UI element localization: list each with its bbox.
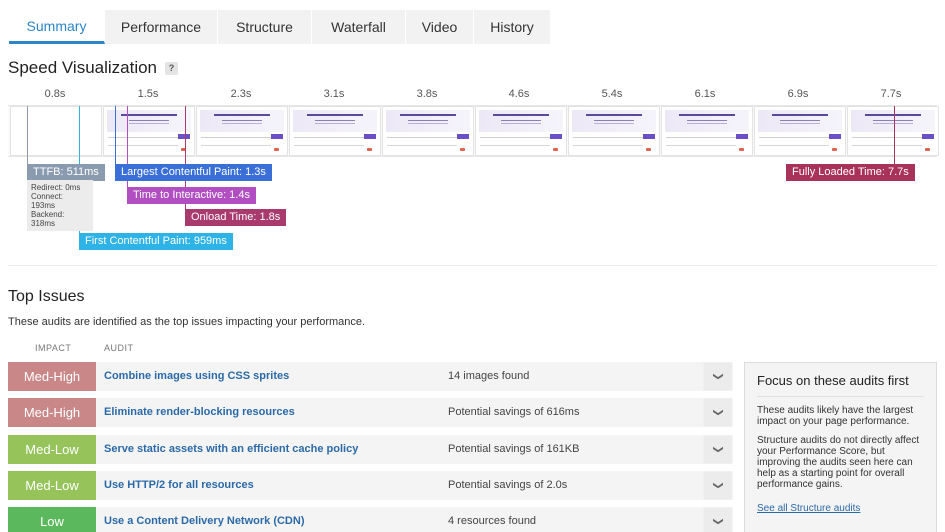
- tti-label: Time to Interactive: 1.4s: [127, 187, 256, 204]
- ttfb-label: TTFB: 511ms: [27, 164, 105, 181]
- top-issues-description: These audits are identified as the top i…: [8, 316, 366, 328]
- ttfb-backend: Backend: 318ms: [31, 210, 65, 228]
- fully-loaded-marker-line: [894, 106, 895, 164]
- filmstrip-frame[interactable]: [661, 106, 753, 156]
- filmstrip-frame[interactable]: [103, 106, 195, 156]
- filmstrip-frame[interactable]: [196, 106, 288, 156]
- lcp-marker-line: [115, 106, 116, 164]
- audit-finding: 14 images found: [448, 370, 530, 382]
- tick-label: 7.7s: [880, 88, 902, 100]
- audit-finding: Potential savings of 616ms: [448, 406, 580, 418]
- impact-badge: Med-Low: [8, 471, 96, 500]
- filmstrip-frame[interactable]: [847, 106, 939, 156]
- impact-badge: Low: [8, 507, 96, 532]
- ttfb-breakdown: Redirect: 0ms Connect: 193ms Backend: 31…: [27, 180, 93, 231]
- issue-row[interactable]: Med-High Combine images using CSS sprite…: [8, 362, 733, 391]
- filmstrip-frame[interactable]: [289, 106, 381, 156]
- tick-label: 3.1s: [323, 88, 345, 100]
- fully-loaded-label: Fully Loaded Time: 7.7s: [786, 164, 915, 181]
- audit-finding: 4 resources found: [448, 515, 537, 527]
- focus-text-1: These audits likely have the largest imp…: [757, 405, 914, 427]
- focus-text-2: Structure audits do not directly affect …: [757, 435, 920, 490]
- filmstrip-frame[interactable]: [382, 106, 474, 156]
- filmstrip-frame[interactable]: [754, 106, 846, 156]
- issue-row[interactable]: Med-Low Use HTTP/2 for all resources Pot…: [8, 471, 733, 500]
- help-icon[interactable]: ?: [165, 62, 179, 75]
- tab-waterfall[interactable]: Waterfall: [312, 10, 406, 44]
- impact-badge: Med-High: [8, 398, 96, 427]
- filmstrip-frame-blank[interactable]: [10, 106, 102, 156]
- impact-badge: Med-Low: [8, 435, 96, 464]
- tick-label: 2.3s: [230, 88, 252, 100]
- audit-name[interactable]: Serve static assets with an efficient ca…: [104, 435, 358, 464]
- tab-summary[interactable]: Summary: [9, 10, 105, 44]
- ttfb-connect: Connect: 193ms: [31, 192, 64, 210]
- ttfb-redirect: Redirect: 0ms: [31, 183, 81, 192]
- chevron-down-icon[interactable]: ❯: [703, 435, 733, 464]
- section-divider: [8, 265, 937, 266]
- see-all-structure-audits-link[interactable]: See all Structure audits: [757, 503, 860, 514]
- audit-name[interactable]: Use a Content Delivery Network (CDN): [104, 507, 305, 532]
- speed-visualization-title: Speed Visualization?: [8, 58, 179, 78]
- tick-label: 4.6s: [508, 88, 530, 100]
- ttfb-marker-line: [27, 106, 28, 164]
- speed-visualization-heading: Speed Visualization: [8, 58, 158, 77]
- tab-history[interactable]: History: [474, 10, 550, 44]
- tick-label: 3.8s: [416, 88, 438, 100]
- audit-name[interactable]: Combine images using CSS sprites: [104, 362, 289, 391]
- audit-name[interactable]: Eliminate render-blocking resources: [104, 398, 295, 427]
- fcp-label: First Contentful Paint: 959ms: [79, 233, 233, 250]
- tick-label: 1.5s: [137, 88, 159, 100]
- chevron-down-icon[interactable]: ❯: [703, 398, 733, 427]
- filmstrip-frame[interactable]: [475, 106, 567, 156]
- issue-row[interactable]: Med-High Eliminate render-blocking resou…: [8, 398, 733, 427]
- onload-label: Onload Time: 1.8s: [185, 209, 287, 226]
- tick-label: 0.8s: [44, 88, 66, 100]
- audit-column-header: AUDIT: [104, 343, 134, 353]
- top-issues-title: Top Issues: [8, 288, 85, 305]
- audit-finding: Potential savings of 161KB: [448, 443, 580, 455]
- lcp-label: Largest Contentful Paint: 1.3s: [115, 164, 272, 181]
- audit-finding: Potential savings of 2.0s: [448, 479, 568, 491]
- impact-badge: Med-High: [8, 362, 96, 391]
- chevron-down-icon[interactable]: ❯: [703, 362, 733, 391]
- impact-column-header: IMPACT: [35, 343, 72, 353]
- tick-label: 5.4s: [601, 88, 623, 100]
- filmstrip-frame[interactable]: [568, 106, 660, 156]
- tab-video[interactable]: Video: [406, 10, 474, 44]
- tab-structure[interactable]: Structure: [218, 10, 312, 44]
- audit-name[interactable]: Use HTTP/2 for all resources: [104, 471, 254, 500]
- focus-title: Focus on these audits first: [757, 373, 924, 397]
- tick-label: 6.9s: [787, 88, 809, 100]
- tick-label: 6.1s: [694, 88, 716, 100]
- focus-panel: Focus on these audits first These audits…: [744, 362, 937, 532]
- chevron-down-icon[interactable]: ❯: [703, 507, 733, 532]
- chevron-down-icon[interactable]: ❯: [703, 471, 733, 500]
- issue-row[interactable]: Med-Low Serve static assets with an effi…: [8, 435, 733, 464]
- issue-row[interactable]: Low Use a Content Delivery Network (CDN)…: [8, 507, 733, 532]
- tab-performance[interactable]: Performance: [105, 10, 218, 44]
- report-tabs: Summary Performance Structure Waterfall …: [9, 10, 550, 44]
